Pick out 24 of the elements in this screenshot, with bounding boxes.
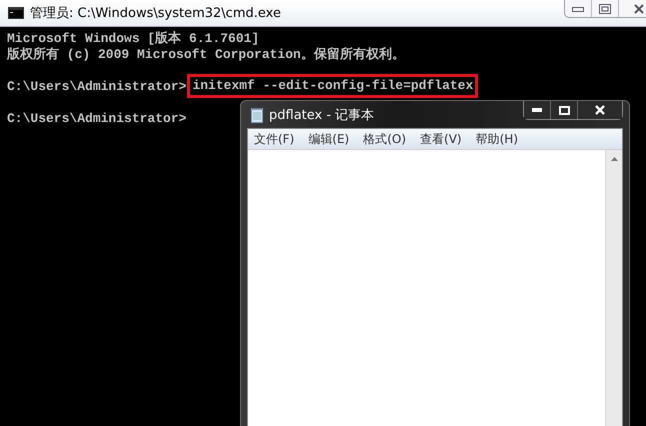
command-prompt: C:\Users\Administrator> [7,111,186,126]
scroll-up-icon[interactable] [610,157,618,161]
console-icon [8,7,24,19]
menu-item[interactable]: 查看(V) [420,130,462,148]
menu-item[interactable]: 帮助(H) [476,130,518,148]
menu-item[interactable]: 格式(O) [363,130,406,148]
console-text: Microsoft Windows [版本 6.1.7601] [7,31,260,47]
scrollbar[interactable] [605,150,622,426]
command-text: initexmf --edit-config-file=pdflatex [192,78,474,94]
window-title: 管理员: C:\Windows\system32\cmd.exe [30,5,281,22]
console-text: 版权所有 (c) 2009 Microsoft Corporation。保留所有权利。 [7,47,406,63]
maximize-button[interactable] [551,101,578,119]
minimize-icon [572,6,584,12]
menu-item[interactable]: 文件(F) [254,130,294,148]
close-icon [634,4,644,14]
maximize-icon [599,4,611,14]
window-title: pdflatex - 记事本 [269,106,374,124]
close-icon [595,105,605,115]
notepad-icon [251,106,263,122]
minimize-button[interactable] [524,101,551,119]
minimize-icon [532,108,542,112]
maximize-icon [558,106,570,114]
command-prompt: C:\Users\Administrator> [7,79,186,94]
menu-item[interactable]: 编辑(E) [308,130,350,148]
